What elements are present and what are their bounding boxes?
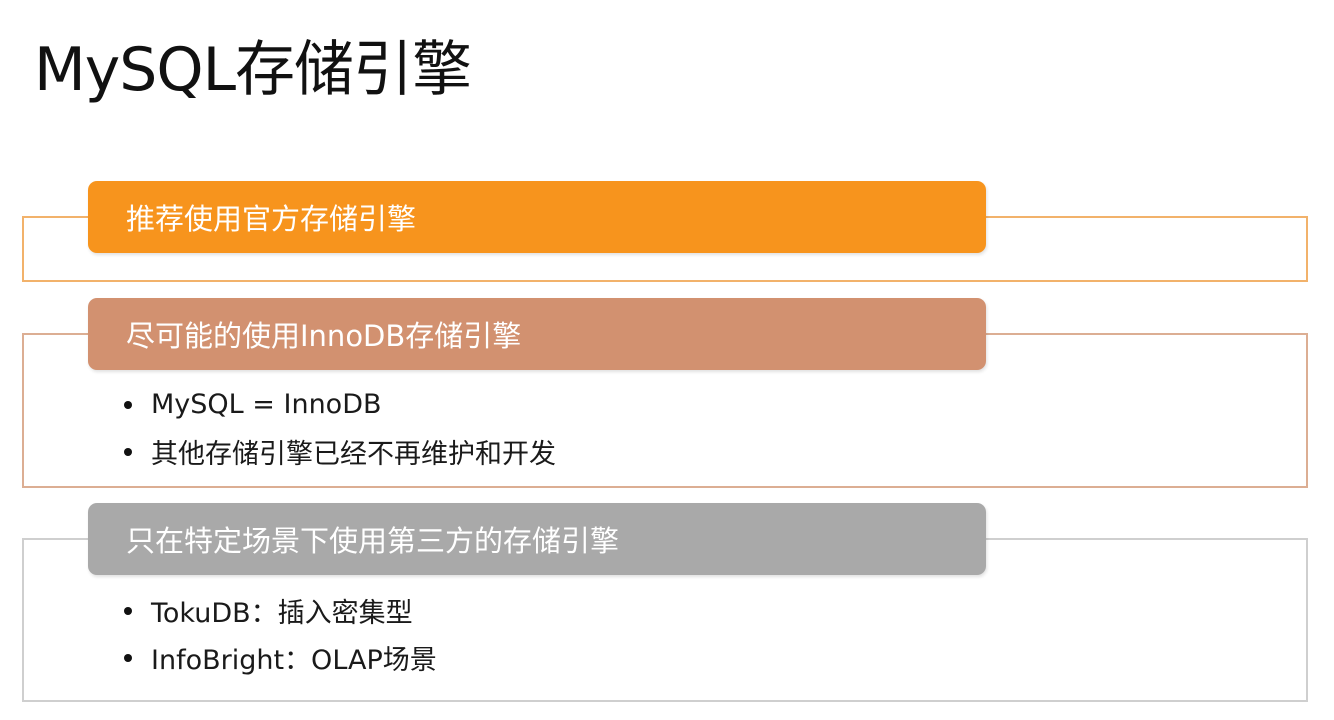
list-item: InfoBright：OLAP场景 <box>124 634 437 681</box>
section-header-label: 只在特定场景下使用第三方的存储引擎 <box>126 524 620 558</box>
slide-title: MySQL存储引擎 <box>34 35 472 105</box>
list-item: 其他存储引擎已经不再维护和开发 <box>124 428 556 475</box>
bullet-icon <box>124 447 132 456</box>
bullet-text: 其他存储引擎已经不再维护和开发 <box>151 439 556 470</box>
section-header-label: 推荐使用官方存储引擎 <box>126 202 417 236</box>
bullet-icon <box>124 653 132 662</box>
bullet-icon <box>124 606 132 615</box>
section-header-label: 尽可能的使用InnoDB存储引擎 <box>126 319 522 353</box>
section-header-1: 推荐使用官方存储引擎 <box>88 181 986 253</box>
bullet-text: MySQL = InnoDB <box>151 389 382 420</box>
bullet-text: InfoBright：OLAP场景 <box>151 645 437 676</box>
bullet-icon <box>124 400 132 409</box>
bullet-text: TokuDB：插入密集型 <box>151 598 413 629</box>
section-header-2: 尽可能的使用InnoDB存储引擎 <box>88 298 986 370</box>
list-item: MySQL = InnoDB <box>124 381 556 428</box>
list-item: TokuDB：插入密集型 <box>124 587 437 634</box>
section-header-3: 只在特定场景下使用第三方的存储引擎 <box>88 503 986 575</box>
bullet-list-2: MySQL = InnoDB 其他存储引擎已经不再维护和开发 <box>124 381 556 475</box>
bullet-list-3: TokuDB：插入密集型 InfoBright：OLAP场景 <box>124 587 437 681</box>
